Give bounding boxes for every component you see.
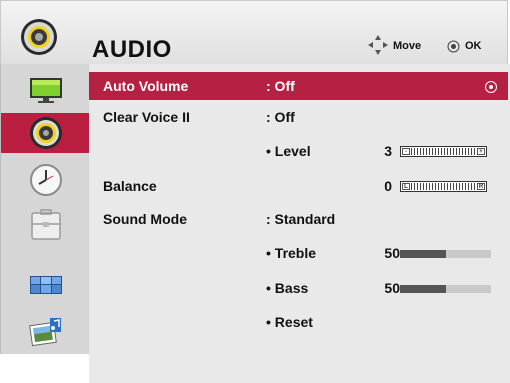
reset-label: • Reset bbox=[266, 314, 313, 330]
multi-screen-icon bbox=[30, 276, 62, 294]
move-hint-label: Move bbox=[393, 40, 422, 52]
slider-ticks bbox=[411, 183, 476, 190]
bass-value: 50 bbox=[384, 280, 400, 296]
page-title: AUDIO bbox=[92, 36, 172, 63]
decrease-icon: - bbox=[402, 148, 410, 155]
sidebar-item-setup[interactable] bbox=[1, 206, 90, 246]
treble-label: • Treble bbox=[266, 245, 317, 261]
menu-row-balance[interactable]: Balance 0 L R bbox=[89, 172, 508, 200]
level-value: 3 bbox=[384, 143, 392, 159]
sidebar-item-usb[interactable] bbox=[1, 312, 90, 352]
balance-left-icon: L bbox=[402, 183, 410, 190]
clock-icon bbox=[30, 164, 62, 196]
audio-osd-window: AUDIO Move OK Auto Volume: Off Clear Vo… bbox=[0, 0, 510, 383]
menu-row-sound-mode[interactable]: Sound Mode : Standard bbox=[89, 205, 508, 233]
treble-slider-fill bbox=[400, 250, 446, 258]
header-bar: AUDIO Move OK bbox=[0, 0, 508, 64]
bass-slider[interactable] bbox=[400, 285, 491, 293]
treble-value: 50 bbox=[384, 245, 400, 261]
ok-button-icon bbox=[447, 40, 460, 53]
category-sidebar bbox=[0, 64, 90, 354]
clear-voice-value: : Off bbox=[266, 109, 295, 125]
audio-menu-panel: Auto Volume : Off Clear Voice II : Off •… bbox=[89, 64, 510, 383]
toolbox-icon bbox=[31, 209, 61, 240]
level-slider[interactable]: - + bbox=[400, 146, 487, 157]
clear-voice-label: Clear Voice II bbox=[103, 109, 190, 125]
slider-ticks bbox=[411, 148, 476, 155]
balance-right-icon: R bbox=[477, 183, 485, 190]
ok-hint-label: OK bbox=[465, 40, 482, 52]
menu-row-reset[interactable]: • Reset bbox=[89, 308, 508, 336]
photo-music-icon bbox=[29, 318, 61, 347]
balance-label: Balance bbox=[103, 178, 157, 194]
auto-volume-value: : Off bbox=[266, 78, 295, 94]
menu-row-auto-volume[interactable]: Auto Volume : Off bbox=[89, 72, 508, 100]
balance-value: 0 bbox=[384, 178, 392, 194]
menu-row-treble[interactable]: • Treble 50 bbox=[89, 239, 508, 267]
tv-monitor-icon bbox=[30, 78, 62, 103]
sidebar-item-audio[interactable] bbox=[1, 113, 90, 153]
speaker-icon bbox=[21, 19, 57, 55]
increase-icon: + bbox=[477, 148, 485, 155]
sound-mode-value: : Standard bbox=[266, 211, 336, 227]
menu-row-clear-voice[interactable]: Clear Voice II : Off bbox=[89, 103, 508, 131]
auto-volume-label: Auto Volume bbox=[103, 78, 189, 94]
move-arrows-icon bbox=[368, 35, 388, 55]
radio-selected-icon bbox=[485, 81, 497, 93]
menu-row-level[interactable]: • Level 3 - + bbox=[89, 137, 508, 165]
sound-mode-label: Sound Mode bbox=[103, 211, 187, 227]
menu-row-bass[interactable]: • Bass 50 bbox=[89, 274, 508, 302]
balance-slider[interactable]: L R bbox=[400, 181, 487, 192]
speaker-icon bbox=[30, 117, 62, 149]
sidebar-item-picture[interactable] bbox=[1, 69, 90, 109]
sidebar-item-time[interactable] bbox=[1, 160, 90, 200]
treble-slider[interactable] bbox=[400, 250, 491, 258]
bass-slider-fill bbox=[400, 285, 446, 293]
level-label: • Level bbox=[266, 143, 311, 159]
sidebar-item-screen[interactable] bbox=[1, 265, 90, 305]
bass-label: • Bass bbox=[266, 280, 309, 296]
